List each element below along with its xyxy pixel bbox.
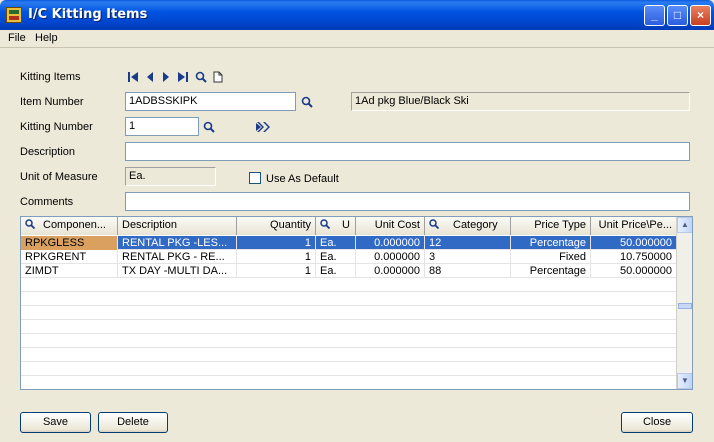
close-window-button[interactable]: × (690, 5, 711, 26)
header-description[interactable]: Description (118, 217, 237, 235)
new-document-icon[interactable] (213, 71, 223, 83)
close-button[interactable]: Close (621, 412, 693, 433)
window-title: I/C Kitting Items (28, 7, 148, 22)
menu-bar: File Help (0, 30, 714, 48)
table-row[interactable]: ZIMDT TX DAY -MULTI DA... 1 Ea. 0.000000… (21, 264, 677, 278)
components-grid[interactable]: Componen... Description Quantity U Unit … (20, 216, 693, 390)
chevron-up-icon: ▲ (681, 220, 689, 229)
search-icon (320, 219, 331, 230)
drilldown-icon[interactable] (255, 121, 271, 133)
menu-help[interactable]: Help (35, 32, 58, 44)
header-category[interactable]: Category (425, 217, 511, 235)
header-price-type[interactable]: Price Type (511, 217, 591, 235)
last-record-icon[interactable] (177, 71, 189, 83)
header-uom[interactable]: U (316, 217, 356, 235)
previous-record-icon[interactable] (145, 71, 155, 83)
app-icon[interactable] (6, 7, 22, 23)
table-row[interactable] (21, 320, 677, 334)
scroll-thumb[interactable] (678, 303, 692, 309)
scroll-down-button[interactable]: ▼ (677, 373, 692, 389)
use-as-default-label: Use As Default (266, 173, 339, 185)
uom-label: Unit of Measure (20, 171, 98, 183)
item-description-display: 1Ad pkg Blue/Black Ski (351, 92, 690, 111)
delete-button[interactable]: Delete (98, 412, 168, 433)
table-row[interactable] (21, 334, 677, 348)
grid-vertical-scrollbar[interactable]: ▲ ▼ (676, 217, 692, 389)
first-record-icon[interactable] (127, 71, 139, 83)
kitting-items-label: Kitting Items (20, 71, 81, 83)
minimize-icon: _ (651, 8, 658, 22)
table-row[interactable] (21, 306, 677, 320)
finder-icon[interactable] (195, 71, 207, 83)
kitting-number-label: Kitting Number (20, 121, 93, 133)
table-row[interactable]: RPKGRENT RENTAL PKG - RE... 1 Ea. 0.0000… (21, 250, 677, 264)
header-quantity[interactable]: Quantity (237, 217, 316, 235)
close-icon: × (696, 8, 704, 22)
maximize-button[interactable]: □ (667, 5, 688, 26)
table-row[interactable]: RPKGLESS RENTAL PKG -LES... 1 Ea. 0.0000… (21, 236, 677, 250)
item-number-label: Item Number (20, 96, 84, 108)
table-row[interactable] (21, 278, 677, 292)
header-component[interactable]: Componen... (21, 217, 118, 235)
minimize-button[interactable]: _ (644, 5, 665, 26)
maximize-icon: □ (673, 8, 682, 22)
table-row[interactable] (21, 362, 677, 376)
chevron-down-icon: ▼ (681, 376, 689, 385)
menu-file[interactable]: File (8, 32, 26, 44)
header-unit-price[interactable]: Unit Price\Pe... (591, 217, 677, 235)
uom-display: Ea. (125, 167, 216, 186)
header-unit-cost[interactable]: Unit Cost (356, 217, 425, 235)
record-navigation (127, 70, 223, 84)
next-record-icon[interactable] (161, 71, 171, 83)
search-icon (25, 219, 36, 230)
comments-label: Comments (20, 196, 74, 208)
grid-header: Componen... Description Quantity U Unit … (21, 217, 677, 235)
save-button[interactable]: Save (20, 412, 91, 433)
use-as-default-checkbox[interactable] (249, 172, 261, 184)
scroll-up-button[interactable]: ▲ (677, 217, 692, 233)
title-bar: I/C Kitting Items _ □ × (0, 0, 714, 30)
item-number-finder-icon[interactable] (301, 96, 313, 108)
item-number-field[interactable]: 1ADBSSKIPK (125, 92, 296, 111)
table-row[interactable] (21, 348, 677, 362)
kitting-number-field[interactable]: 1 (125, 117, 199, 136)
description-label: Description (20, 146, 76, 158)
search-icon (429, 219, 440, 230)
kitting-number-finder-icon[interactable] (203, 121, 215, 133)
table-row[interactable] (21, 292, 677, 306)
comments-field[interactable] (125, 192, 690, 211)
description-field[interactable] (125, 142, 690, 161)
